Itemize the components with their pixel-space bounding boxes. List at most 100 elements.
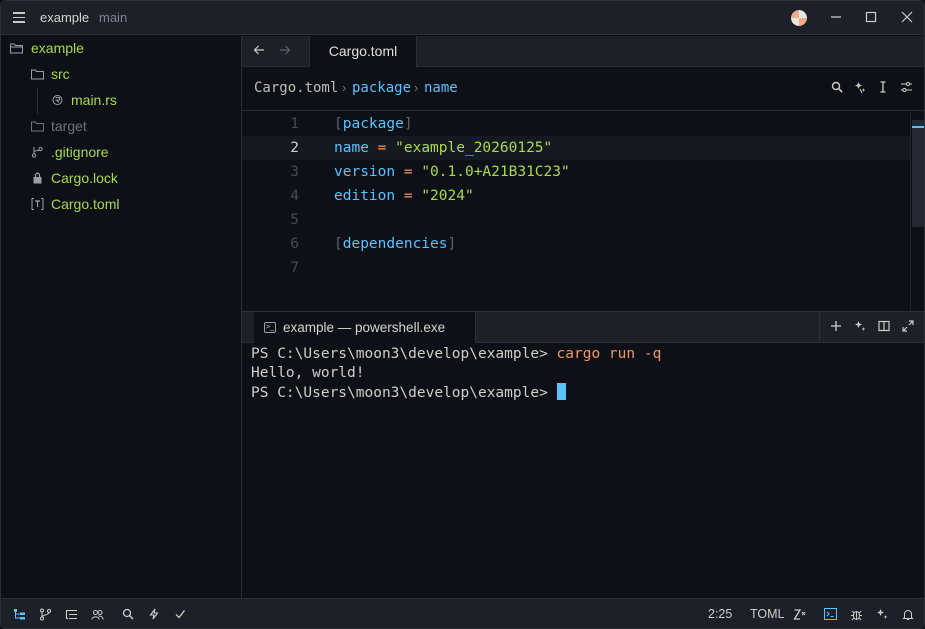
line-number: 6: [290, 236, 299, 252]
code-line[interactable]: 1 [package]: [242, 112, 910, 136]
text-cursor-button[interactable]: [876, 81, 890, 95]
list-tree-icon: [65, 609, 77, 620]
code-token: =: [368, 140, 396, 156]
new-terminal-button[interactable]: [828, 320, 844, 336]
terminal-output: Hello, world!: [251, 365, 365, 381]
notifications-button[interactable]: [901, 608, 915, 622]
app-window: example main example src main.rs target …: [0, 0, 925, 629]
folder-icon: [31, 121, 44, 132]
project-panel: example src main.rs target .gitignore Ca…: [1, 36, 242, 598]
tree-item-target[interactable]: target: [1, 114, 241, 138]
code-token: edition: [334, 188, 396, 204]
title-bar: example main: [1, 1, 924, 35]
divider: [819, 312, 820, 343]
code-token: "2024": [421, 188, 474, 204]
terminal-assistant-button[interactable]: [852, 320, 868, 336]
terminal-line: PS C:\Users\moon3\develop\example> cargo…: [251, 345, 661, 364]
assistant-panel-toggle[interactable]: [875, 608, 889, 622]
code-token: =: [395, 188, 422, 204]
collab-panel-toggle[interactable]: [90, 608, 104, 622]
terminal-tab-label: example — powershell.exe: [283, 320, 446, 335]
breadcrumb-separator: ›: [342, 80, 347, 95]
git-panel-toggle[interactable]: [38, 608, 52, 622]
code-text: version = "0.1.0+A21B31C23": [334, 160, 570, 184]
tree-item-example[interactable]: example: [1, 36, 241, 60]
scrollbar-thumb[interactable]: [912, 120, 924, 227]
project-search-button[interactable]: [121, 608, 135, 622]
code-token: "0.1.0+A21B31C23": [421, 164, 570, 180]
close-button[interactable]: [897, 8, 917, 28]
code-text: edition = "2024": [334, 184, 474, 208]
breadcrumb-separator: ›: [414, 80, 419, 95]
tree-item-cargo-toml[interactable]: Cargo.toml: [1, 192, 241, 216]
line-number: 5: [290, 212, 299, 228]
code-line[interactable]: 5: [242, 208, 910, 232]
tree-item-src[interactable]: src: [1, 62, 241, 86]
hamburger-menu-icon[interactable]: [11, 10, 27, 26]
debug-panel-toggle[interactable]: [849, 608, 863, 622]
tree-item-label: src: [51, 66, 70, 82]
maximize-button[interactable]: [861, 8, 881, 28]
tab-terminal[interactable]: >_ example — powershell.exe: [254, 312, 476, 343]
diagnostics-button[interactable]: [173, 608, 187, 622]
minimize-button[interactable]: [826, 8, 846, 28]
code-line[interactable]: 4 edition = "2024": [242, 184, 910, 208]
code-token: dependencies: [342, 236, 448, 252]
bug-icon: [850, 610, 862, 621]
text-cursor-icon: [880, 81, 886, 93]
sparkle-icon: [876, 609, 887, 619]
code-text: [package]: [334, 112, 413, 136]
search-icon: [831, 81, 843, 93]
plus-icon: [831, 321, 841, 331]
breadcrumb: Cargo.toml › package › name: [242, 67, 924, 111]
sparkle-icon: [854, 321, 865, 331]
project-name[interactable]: example: [40, 10, 89, 25]
minimize-icon: [831, 16, 841, 18]
code-token: [: [334, 236, 343, 252]
line-number: 1: [290, 116, 299, 132]
split-pane-button[interactable]: [876, 320, 892, 336]
search-button[interactable]: [830, 81, 844, 95]
code-line[interactable]: 2 name = "example_20260125": [242, 136, 910, 160]
line-number: 2: [290, 140, 299, 156]
breadcrumb-section[interactable]: package: [352, 80, 411, 96]
tab-cargo-toml[interactable]: Cargo.toml: [309, 36, 417, 67]
code-token: =: [395, 164, 422, 180]
terminal-panel[interactable]: PS C:\Users\moon3\develop\example> cargo…: [242, 343, 924, 598]
avatar[interactable]: [791, 10, 807, 26]
code-editor[interactable]: 1 [package] 2 name = "example_20260125" 3 ver…: [242, 112, 910, 311]
breadcrumb-key[interactable]: name: [424, 80, 458, 96]
forward-button[interactable]: [276, 42, 294, 60]
tree-item-cargo-lock[interactable]: Cargo.lock: [1, 166, 241, 190]
branch-name[interactable]: main: [99, 10, 127, 25]
arrow-left-icon: [253, 45, 264, 55]
code-token: [: [334, 116, 343, 132]
code-line[interactable]: 3 version = "0.1.0+A21B31C23": [242, 160, 910, 184]
edit-predictions-button[interactable]: [793, 608, 807, 622]
maximize-terminal-button[interactable]: [900, 320, 916, 336]
code-token: ]: [447, 236, 457, 252]
tree-item-gitignore[interactable]: .gitignore: [1, 140, 241, 164]
back-button[interactable]: [250, 42, 268, 60]
git-branch-icon: [39, 608, 51, 621]
tree-item-main-rs[interactable]: main.rs: [1, 88, 241, 112]
breadcrumb-file[interactable]: Cargo.toml: [254, 80, 338, 96]
sparkle-icon: [854, 82, 865, 94]
cursor-position[interactable]: 2:25: [708, 607, 732, 621]
editor-scrollbar[interactable]: [910, 112, 924, 311]
assistant-button[interactable]: [853, 81, 867, 95]
settings-button[interactable]: [899, 81, 913, 95]
language-selector[interactable]: TOML: [750, 607, 785, 621]
code-token: version: [334, 164, 396, 180]
terminal-icon: >_: [264, 322, 276, 333]
code-line[interactable]: 7: [242, 256, 910, 280]
terminal-panel-toggle[interactable]: [823, 608, 837, 622]
code-line[interactable]: 6 [dependencies]: [242, 232, 910, 256]
project-panel-toggle[interactable]: [12, 608, 26, 622]
folder-open-icon: [10, 43, 23, 54]
outline-panel-toggle[interactable]: [64, 608, 78, 622]
editor-tab-bar: Cargo.toml: [242, 36, 924, 67]
toml-file-icon: [31, 198, 44, 210]
terminal-prompt: PS C:\Users\moon3\develop\example>: [251, 346, 557, 362]
activity-button[interactable]: [147, 608, 161, 622]
